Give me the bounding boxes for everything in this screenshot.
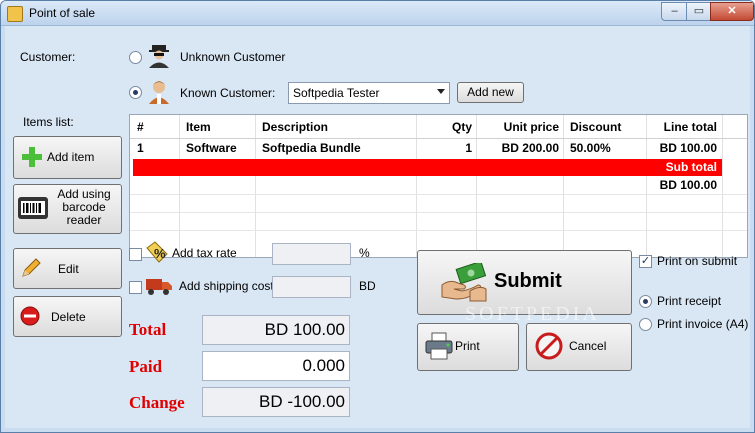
delete-button[interactable]: Delete [13, 296, 122, 337]
subtotal-label: Sub total [665, 160, 717, 174]
add-new-customer-button[interactable]: Add new [457, 82, 524, 103]
customer-label: Customer: [20, 50, 76, 64]
add-barcode-button[interactable]: Add using barcode reader [13, 184, 122, 234]
column-header-line-total[interactable]: Line total [646, 120, 717, 134]
add-item-button[interactable]: Add item [13, 136, 122, 179]
shipping-cost-input[interactable] [272, 276, 351, 298]
plus-icon [22, 147, 42, 167]
form-client-area: Customer: Unknown Customer Known Custome… [5, 26, 750, 428]
customer-dropdown[interactable]: Softpedia Tester [288, 82, 450, 104]
items-list-label: Items list: [23, 115, 74, 129]
add-barcode-label: Add using barcode reader [52, 188, 116, 227]
grid-row-line [130, 230, 747, 231]
subtotal-row [133, 159, 722, 176]
cancel-icon [535, 332, 563, 360]
cancel-button[interactable]: Cancel [526, 323, 632, 371]
grid-row-line [130, 194, 747, 195]
print-receipt-radio[interactable] [639, 295, 652, 308]
maximize-button[interactable]: ▭ [686, 2, 712, 21]
tax-unit-label: % [359, 246, 370, 260]
paid-value: 0.000 [302, 356, 345, 375]
app-icon [7, 6, 23, 22]
items-grid[interactable]: # Item Description Qty Unit price Discou… [129, 114, 748, 258]
tax-rate-input[interactable] [272, 243, 351, 265]
cash-payment-icon [441, 263, 487, 302]
add-shipping-checkbox[interactable] [129, 281, 142, 294]
add-barcode-label-line1: Add using [57, 187, 111, 201]
pencil-icon [22, 258, 41, 277]
add-item-label: Add item [47, 150, 95, 164]
change-label: Change [129, 393, 185, 412]
add-shipping-label: Add shipping cost [179, 279, 274, 293]
printer-icon [425, 332, 453, 360]
close-button[interactable]: ✕ [710, 2, 754, 21]
known-user-icon [149, 81, 169, 104]
add-tax-checkbox[interactable] [129, 248, 142, 261]
edit-label: Edit [58, 262, 79, 276]
column-header-item[interactable]: Item [186, 120, 211, 134]
paid-input[interactable]: 0.000 [202, 351, 350, 381]
pos-window: Point of sale – ▭ ✕ Customer: Unknown Cu… [0, 0, 755, 433]
window-title: Point of sale [29, 6, 96, 20]
print-on-submit-label: Print on submit [657, 254, 738, 268]
print-receipt-label: Print receipt [657, 294, 722, 308]
print-invoice-label: Print invoice (A4) [657, 317, 749, 331]
column-header-number[interactable]: # [137, 120, 144, 134]
softpedia-watermark: SOFTPEDIA [465, 303, 600, 325]
add-tax-label: Add tax rate [172, 246, 237, 260]
chevron-down-icon [437, 89, 445, 94]
edit-button[interactable]: Edit [13, 248, 122, 289]
customer-dropdown-value: Softpedia Tester [293, 86, 380, 100]
row-number: 1 [137, 141, 144, 155]
row-qty: 1 [465, 141, 472, 155]
row-discount: 50.00% [570, 141, 611, 155]
title-bar: Point of sale – ▭ ✕ [1, 1, 754, 26]
shipping-unit-label: BD [359, 279, 376, 293]
column-header-qty[interactable]: Qty [416, 120, 472, 134]
truck-icon [146, 279, 172, 295]
change-field: BD -100.00 [202, 387, 350, 417]
column-header-description[interactable]: Description [262, 120, 328, 134]
minimize-button[interactable]: – [661, 2, 688, 21]
row-unit-price: BD 200.00 [501, 141, 559, 155]
subtotal-value: BD 100.00 [659, 178, 717, 192]
grid-row-line [130, 212, 747, 213]
submit-label: Submit [494, 270, 562, 292]
print-on-submit-checkbox[interactable]: ✓ [639, 255, 652, 268]
barcode-icon [18, 197, 48, 219]
total-field: BD 100.00 [202, 315, 350, 345]
total-label: Total [129, 320, 167, 339]
add-barcode-label-line3: reader [66, 213, 102, 227]
column-header-discount[interactable]: Discount [570, 120, 621, 134]
total-value: BD 100.00 [264, 320, 345, 339]
known-customer-radio[interactable] [129, 86, 142, 99]
svg-text:%: % [154, 246, 166, 261]
row-description: Softpedia Bundle [262, 141, 361, 155]
unknown-customer-label: Unknown Customer [180, 50, 286, 64]
grid-header: # Item Description Qty Unit price Discou… [130, 115, 747, 139]
anonymous-user-icon [149, 45, 169, 68]
delete-icon [20, 306, 40, 326]
paid-label: Paid [129, 357, 163, 376]
print-invoice-radio[interactable] [639, 318, 652, 331]
print-label: Print [455, 339, 480, 353]
row-item: Software [186, 141, 237, 155]
add-barcode-label-line2: barcode [62, 200, 106, 214]
column-header-unit-price[interactable]: Unit price [476, 120, 559, 134]
print-button[interactable]: Print [417, 323, 519, 371]
cancel-label: Cancel [569, 339, 607, 353]
unknown-customer-radio[interactable] [129, 51, 142, 64]
percent-tag-icon: % [146, 241, 168, 263]
known-customer-label: Known Customer: [180, 86, 276, 100]
change-value: BD -100.00 [259, 392, 345, 411]
row-line-total: BD 100.00 [659, 141, 717, 155]
delete-label: Delete [51, 310, 86, 324]
